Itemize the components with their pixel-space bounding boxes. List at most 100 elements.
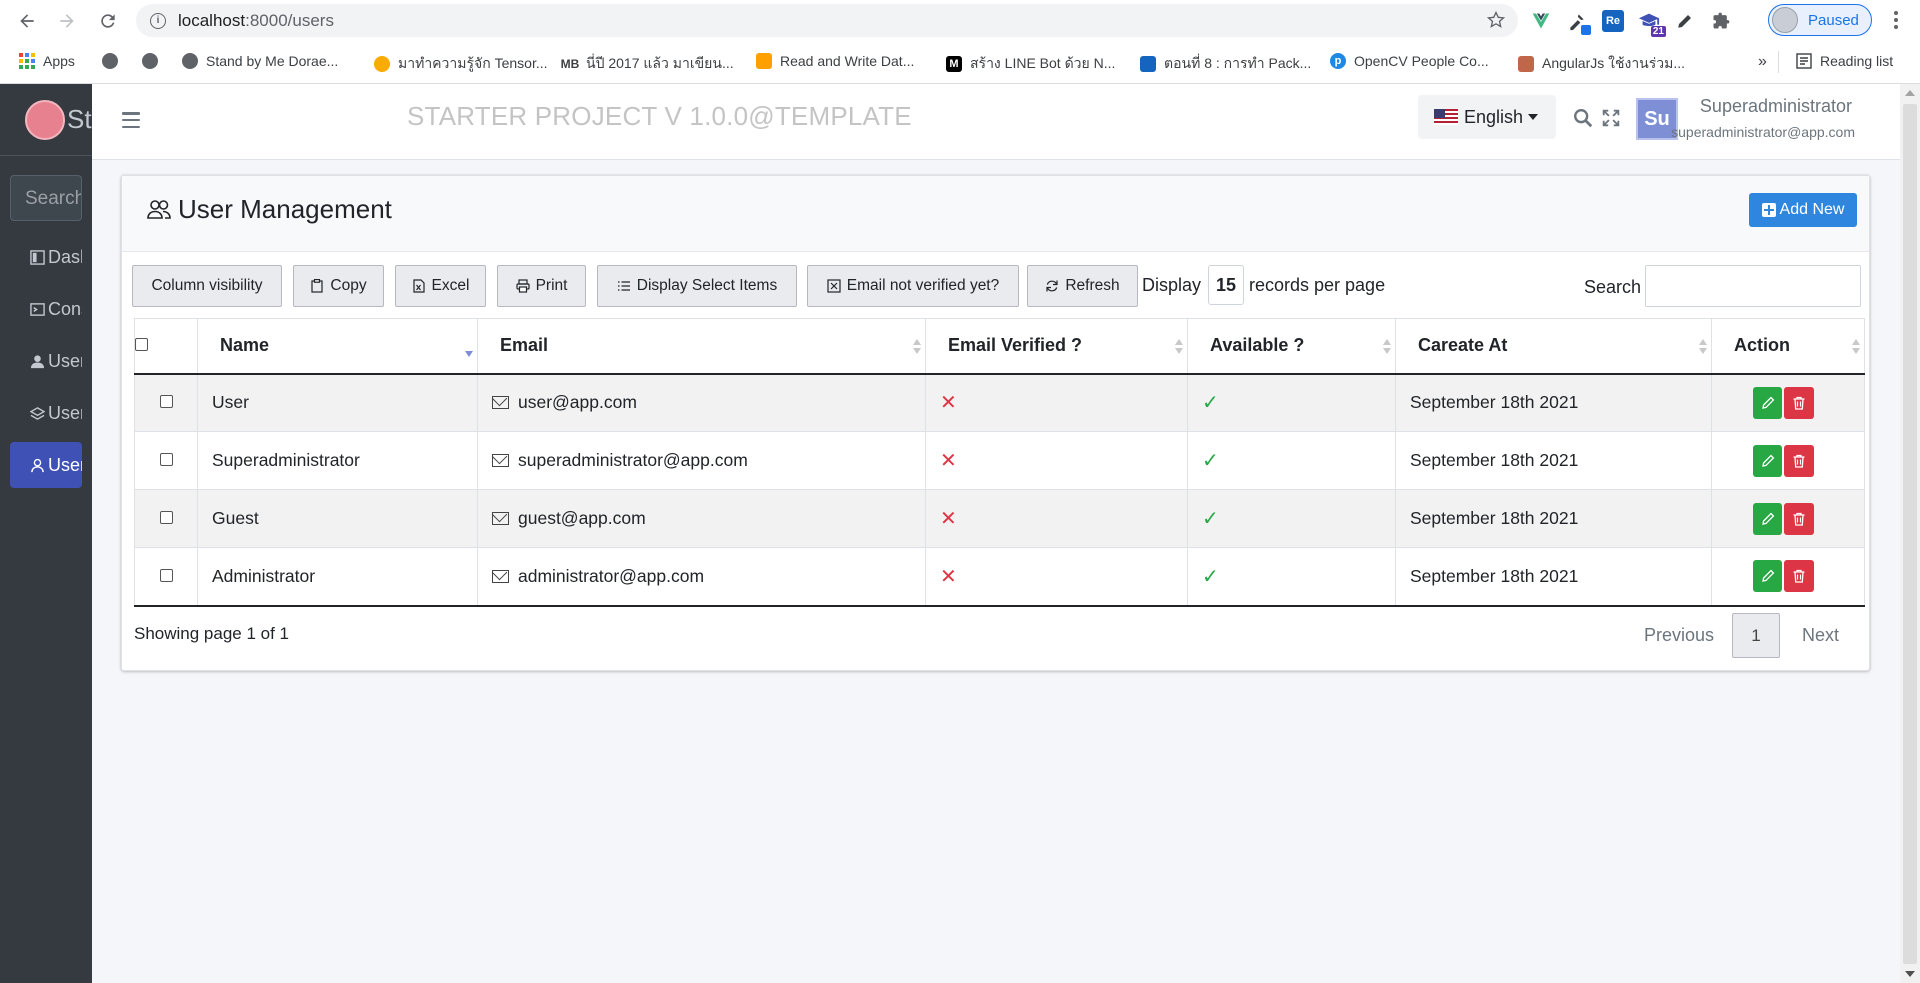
scroll-thumb[interactable] <box>1903 104 1917 964</box>
bookmark-globe-2[interactable] <box>142 53 166 69</box>
sort-icon <box>913 339 921 355</box>
column-visibility-button[interactable]: Column visibility <box>132 265 282 307</box>
sidebar-item-label: User <box>48 454 82 475</box>
sidebar-item-user-roles[interactable]: User <box>10 390 82 436</box>
site-info-icon[interactable]: i <box>150 12 166 29</box>
column-header-label: Available ? <box>1210 335 1305 356</box>
records-per-page-input[interactable]: 15 <box>1208 265 1244 305</box>
edit-button[interactable] <box>1753 560 1782 593</box>
reading-list-button[interactable]: Reading list <box>1796 53 1893 69</box>
delete-button[interactable] <box>1784 502 1814 535</box>
brand[interactable]: St <box>0 84 92 156</box>
copy-button[interactable]: Copy <box>293 265 384 307</box>
delete-button[interactable] <box>1784 386 1814 419</box>
fox-icon <box>1518 56 1534 72</box>
delete-button[interactable] <box>1784 560 1814 593</box>
language-dropdown[interactable]: English <box>1418 95 1556 139</box>
bookmark-apps[interactable]: Apps <box>19 53 75 69</box>
browser-menu-icon[interactable] <box>1886 8 1906 32</box>
bookmark-doraemon[interactable]: Stand by Me Dorae... <box>182 53 338 69</box>
row-checkbox[interactable] <box>159 511 173 524</box>
pencil-icon <box>1761 396 1774 409</box>
table-row: Administrator administrator@app.com ✕ ✓ … <box>134 547 1865 607</box>
bookmark-tensorflow[interactable]: มาทำความรู้จัก Tensor... <box>374 53 548 75</box>
bookmark-2017[interactable]: MB นี่ปี 2017 แล้ว มาเขียน... <box>561 53 734 75</box>
pencil-icon <box>1761 512 1774 525</box>
edit-button[interactable] <box>1753 502 1782 535</box>
app-header: STARTER PROJECT V 1.0.0@TEMPLATE English… <box>92 84 1900 160</box>
sidebar-item-dashboard[interactable]: Dashboard <box>10 234 82 280</box>
scroll-up-icon[interactable] <box>1905 90 1915 96</box>
delete-button[interactable] <box>1784 444 1814 477</box>
back-icon[interactable] <box>15 9 39 33</box>
page-scrollbar[interactable] <box>1900 84 1920 983</box>
printer-icon <box>515 279 530 293</box>
header-user-name[interactable]: Superadministrator <box>1700 96 1852 117</box>
previous-page-button[interactable]: Previous <box>1644 625 1714 646</box>
refresh-icon <box>1045 279 1059 293</box>
table-search-input[interactable] <box>1645 265 1861 307</box>
vue-devtools-icon[interactable] <box>1530 10 1552 32</box>
bookmark-label: OpenCV People Co... <box>1354 53 1489 69</box>
edit-button[interactable] <box>1753 444 1782 477</box>
sidebar-search-input[interactable]: Search <box>10 175 82 221</box>
display-select-items-button[interactable]: Display Select Items <box>597 265 797 307</box>
bookmark-pack[interactable]: ตอนที่ 8 : การทำ Pack... <box>1140 53 1311 75</box>
refresh-button[interactable]: Refresh <box>1027 265 1138 307</box>
cell-email-verified: ✕ <box>925 373 1188 432</box>
row-checkbox[interactable] <box>159 568 173 582</box>
user-management-card: User Management Add New Column visibilit… <box>121 175 1870 671</box>
select-all-checkbox[interactable] <box>135 338 148 352</box>
column-header-created-at[interactable]: Careate At <box>1395 318 1712 375</box>
eyedropper-extension-icon[interactable] <box>1566 10 1591 35</box>
row-checkbox[interactable] <box>159 453 173 466</box>
puzzle-extensions-icon[interactable] <box>1710 10 1732 32</box>
add-new-button[interactable]: Add New <box>1749 193 1857 227</box>
cell-name: Guest <box>197 489 478 548</box>
bookmark-opencv[interactable]: p OpenCV People Co... <box>1330 53 1489 69</box>
sidebar-item-label: User <box>48 402 82 423</box>
row-checkbox[interactable] <box>159 395 173 409</box>
forward-icon[interactable] <box>55 9 79 33</box>
column-header-available[interactable]: Available ? <box>1187 318 1396 375</box>
print-button[interactable]: Print <box>497 265 586 307</box>
scroll-down-icon[interactable] <box>1905 971 1915 977</box>
column-header-email-verified[interactable]: Email Verified ? <box>925 318 1188 375</box>
search-icon[interactable] <box>1572 107 1594 129</box>
fullscreen-icon[interactable] <box>1600 107 1622 129</box>
globe-icon <box>102 53 118 69</box>
column-header-label: Action <box>1734 335 1790 356</box>
reload-icon[interactable] <box>96 9 120 33</box>
sidebar-item-user-management[interactable]: User <box>10 442 82 488</box>
cell-available: ✓ <box>1187 431 1396 490</box>
bookmark-line-bot[interactable]: M สร้าง LINE Bot ด้วย N... <box>946 53 1115 75</box>
column-header-action[interactable]: Action <box>1711 318 1865 375</box>
address-bar[interactable]: i localhost:8000/users <box>136 4 1518 37</box>
envelope-icon <box>492 454 509 467</box>
bookmarks-separator <box>1778 51 1779 73</box>
react-extension-icon[interactable]: Re <box>1602 10 1624 32</box>
graduation-cap-extension-icon[interactable]: 21 <box>1638 10 1666 37</box>
pencil-extension-icon[interactable] <box>1674 10 1696 32</box>
cell-email-verified: ✕ <box>925 547 1188 607</box>
bookmark-globe-1[interactable] <box>102 53 126 69</box>
excel-button[interactable]: Excel <box>395 265 486 307</box>
browser-toolbar: i localhost:8000/users Re 21 Paused <box>0 0 1920 41</box>
bookmark-star-icon[interactable] <box>1486 10 1506 30</box>
page-1-button[interactable]: 1 <box>1731 613 1780 658</box>
next-page-button[interactable]: Next <box>1802 625 1839 646</box>
bookmark-angularjs[interactable]: AngularJs ใช้งานร่วม... <box>1518 53 1685 75</box>
column-header-email[interactable]: Email <box>477 318 926 375</box>
email-text: guest@app.com <box>518 508 646 528</box>
sidebar-item-user-profile[interactable]: User <box>10 338 82 384</box>
envelope-icon <box>492 396 509 410</box>
edit-button[interactable] <box>1753 386 1782 419</box>
email-not-verified-button[interactable]: Email not verified yet? <box>807 265 1019 307</box>
profile-button[interactable]: Paused <box>1768 4 1872 36</box>
sidebar-item-console[interactable]: Console <box>10 286 82 332</box>
menu-toggle-icon[interactable] <box>122 112 140 128</box>
bookmark-read-write[interactable]: Read and Write Dat... <box>756 53 914 69</box>
bookmark-label: นี่ปี 2017 แล้ว มาเขียน... <box>586 55 734 71</box>
column-header-name[interactable]: Name <box>197 318 478 375</box>
more-bookmarks-button[interactable]: » <box>1758 53 1767 71</box>
